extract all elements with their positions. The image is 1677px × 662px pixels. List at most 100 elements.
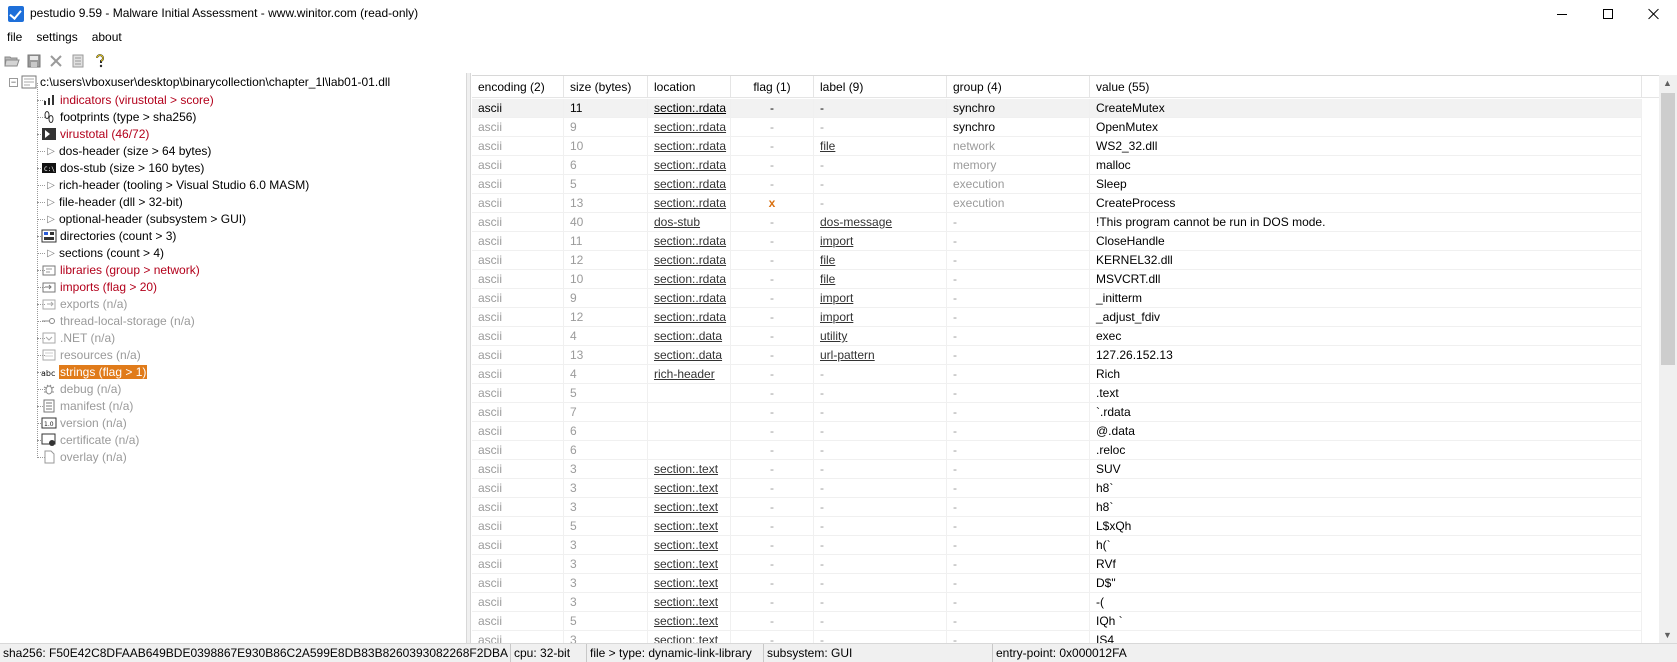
column-header-value[interactable]: value (55) <box>1090 76 1642 98</box>
expand-arrow-icon[interactable]: ▷ <box>44 197 58 208</box>
cell-label[interactable]: url-pattern <box>814 346 947 365</box>
tree-item[interactable]: resources (n/a) <box>41 346 142 364</box>
table-row[interactable]: ascii 10 section:.rdata - file network WS2_32.… <box>472 137 1642 156</box>
tree-item[interactable]: ▷ file-header (dll > 32-bit) <box>44 193 184 211</box>
cell-location[interactable]: section:.text <box>648 517 731 536</box>
tree-item[interactable]: libraries (group > network) <box>41 261 201 279</box>
tree-item[interactable]: imports (flag > 20) <box>41 278 158 296</box>
tree-item[interactable]: ▷ optional-header (subsystem > GUI) <box>44 210 247 228</box>
close-button[interactable] <box>1631 0 1677 28</box>
tree-item[interactable]: overlay (n/a) <box>41 448 128 466</box>
column-header-location[interactable]: location <box>648 76 731 98</box>
table-row[interactable]: ascii 3 section:.text - - - h(` <box>472 536 1642 555</box>
column-header-encoding[interactable]: encoding (2) <box>472 76 564 98</box>
table-row[interactable]: ascii 6- - - .reloc <box>472 441 1642 460</box>
cell-location[interactable]: section:.rdata <box>648 194 731 213</box>
column-header-flag[interactable]: flag (1) <box>731 76 814 98</box>
scroll-up-icon[interactable]: ▲ <box>1663 78 1672 88</box>
delete-button[interactable] <box>47 52 65 70</box>
cell-location[interactable]: section:.text <box>648 460 731 479</box>
tree-item[interactable]: footprints (type > sha256) <box>41 108 197 126</box>
cell-label[interactable]: import <box>814 289 947 308</box>
tree-item[interactable]: indicators (virustotal > score) <box>41 91 215 109</box>
cell-label[interactable]: dos-message <box>814 213 947 232</box>
table-row[interactable]: ascii 12 section:.rdata - import - _adjust_fdi… <box>472 308 1642 327</box>
cell-location[interactable]: section:.text <box>648 498 731 517</box>
column-header-label[interactable]: label (9) <box>814 76 947 98</box>
expand-arrow-icon[interactable]: ▷ <box>44 146 58 157</box>
tree-root[interactable]: − c:\users\vboxuser\desktop\binarycollec… <box>9 73 391 91</box>
cell-label[interactable]: utility <box>814 327 947 346</box>
vertical-scrollbar[interactable]: ▲ ▼ <box>1659 75 1677 643</box>
tree-item[interactable]: abc strings (flag > 1) <box>41 363 148 381</box>
cell-location[interactable]: section:.text <box>648 574 731 593</box>
cell-label[interactable]: import <box>814 308 947 327</box>
tree-item[interactable]: exports (n/a) <box>41 295 128 313</box>
tree-item[interactable]: manifest (n/a) <box>41 397 134 415</box>
table-row[interactable]: ascii 3 section:.text - - - SUV <box>472 460 1642 479</box>
table-row[interactable]: ascii 11 section:.rdata - - synchro CreateMute… <box>472 99 1642 118</box>
tree-item[interactable]: C:\ dos-stub (size > 160 bytes) <box>41 159 205 177</box>
table-row[interactable]: ascii 3 section:.text - - - D$" <box>472 574 1642 593</box>
tree-item[interactable]: 1.0 version (n/a) <box>41 414 128 432</box>
table-row[interactable]: ascii 5 section:.text - - - L$xQh <box>472 517 1642 536</box>
cell-location[interactable]: dos-stub <box>648 213 731 232</box>
tree-item[interactable]: thread-local-storage (n/a) <box>41 312 196 330</box>
open-button[interactable] <box>3 52 21 70</box>
menu-settings[interactable]: settings <box>29 28 84 48</box>
cell-location[interactable]: section:.text <box>648 536 731 555</box>
table-row[interactable]: ascii 3 section:.text - - - RVf <box>472 555 1642 574</box>
cell-location[interactable]: section:.text <box>648 612 731 631</box>
cell-location[interactable]: rich-header <box>648 365 731 384</box>
table-row[interactable]: ascii 11 section:.rdata - import - CloseHandle <box>472 232 1642 251</box>
cell-label[interactable]: file <box>814 251 947 270</box>
cell-location[interactable]: section:.rdata <box>648 270 731 289</box>
table-row[interactable]: ascii 3 section:.text - - - -( <box>472 593 1642 612</box>
list-button[interactable] <box>69 52 87 70</box>
table-row[interactable]: ascii 6 section:.rdata - - memory malloc <box>472 156 1642 175</box>
cell-location[interactable]: section:.rdata <box>648 308 731 327</box>
save-button[interactable] <box>25 52 43 70</box>
menu-file[interactable]: file <box>0 28 29 48</box>
table-row[interactable]: ascii 13 section:.rdata x - execution CreatePr… <box>472 194 1642 213</box>
table-row[interactable]: ascii 3 section:.text - - - h8` <box>472 479 1642 498</box>
table-row[interactable]: ascii 5- - - .text <box>472 384 1642 403</box>
cell-location[interactable]: section:.data <box>648 346 731 365</box>
cell-location[interactable]: section:.rdata <box>648 156 731 175</box>
tree-item[interactable]: ▷ rich-header (tooling > Visual Studio 6.… <box>44 176 310 194</box>
cell-location[interactable]: section:.rdata <box>648 99 731 118</box>
table-row[interactable]: ascii 5 section:.text - - - IQh ` <box>472 612 1642 631</box>
tree-item[interactable]: debug (n/a) <box>41 380 122 398</box>
table-row[interactable]: ascii 3 section:.text - - - h8` <box>472 498 1642 517</box>
cell-location[interactable]: section:.rdata <box>648 118 731 137</box>
collapse-icon[interactable]: − <box>9 77 18 87</box>
cell-location[interactable]: section:.rdata <box>648 175 731 194</box>
table-row[interactable]: ascii 9 section:.rdata - - synchro OpenMutex <box>472 118 1642 137</box>
pane-splitter[interactable] <box>466 73 471 643</box>
table-row[interactable]: ascii 6- - - @.data <box>472 422 1642 441</box>
cell-location[interactable]: section:.text <box>648 555 731 574</box>
maximize-button[interactable] <box>1585 0 1631 28</box>
tree-view[interactable]: − c:\users\vboxuser\desktop\binarycollec… <box>0 73 466 643</box>
cell-label[interactable]: import <box>814 232 947 251</box>
table-row[interactable]: ascii 10 section:.rdata - file - MSVCRT.dll <box>472 270 1642 289</box>
cell-location[interactable]: section:.data <box>648 327 731 346</box>
minimize-button[interactable] <box>1539 0 1585 28</box>
cell-label[interactable]: file <box>814 270 947 289</box>
help-button[interactable] <box>91 52 109 70</box>
table-row[interactable]: ascii 12 section:.rdata - file - KERNEL32.dll <box>472 251 1642 270</box>
cell-location[interactable]: section:.text <box>648 593 731 612</box>
cell-location[interactable]: section:.rdata <box>648 232 731 251</box>
strings-table[interactable]: encoding (2) size (bytes) location flag (1)… <box>472 75 1677 643</box>
cell-location[interactable]: section:.text <box>648 479 731 498</box>
table-row[interactable]: ascii 9 section:.rdata - import - _initterm <box>472 289 1642 308</box>
table-row[interactable]: ascii 4 section:.data - utility - exec <box>472 327 1642 346</box>
tree-item[interactable]: virustotal (46/72) <box>41 125 150 143</box>
scroll-down-icon[interactable]: ▼ <box>1663 630 1672 640</box>
column-header-size[interactable]: size (bytes) <box>564 76 648 98</box>
cell-location[interactable]: section:.rdata <box>648 137 731 156</box>
menu-about[interactable]: about <box>85 28 129 48</box>
table-row[interactable]: ascii 4 rich-header - - - Rich <box>472 365 1642 384</box>
tree-item[interactable]: ▷ dos-header (size > 64 bytes) <box>44 142 212 160</box>
scroll-thumb[interactable] <box>1661 93 1675 365</box>
